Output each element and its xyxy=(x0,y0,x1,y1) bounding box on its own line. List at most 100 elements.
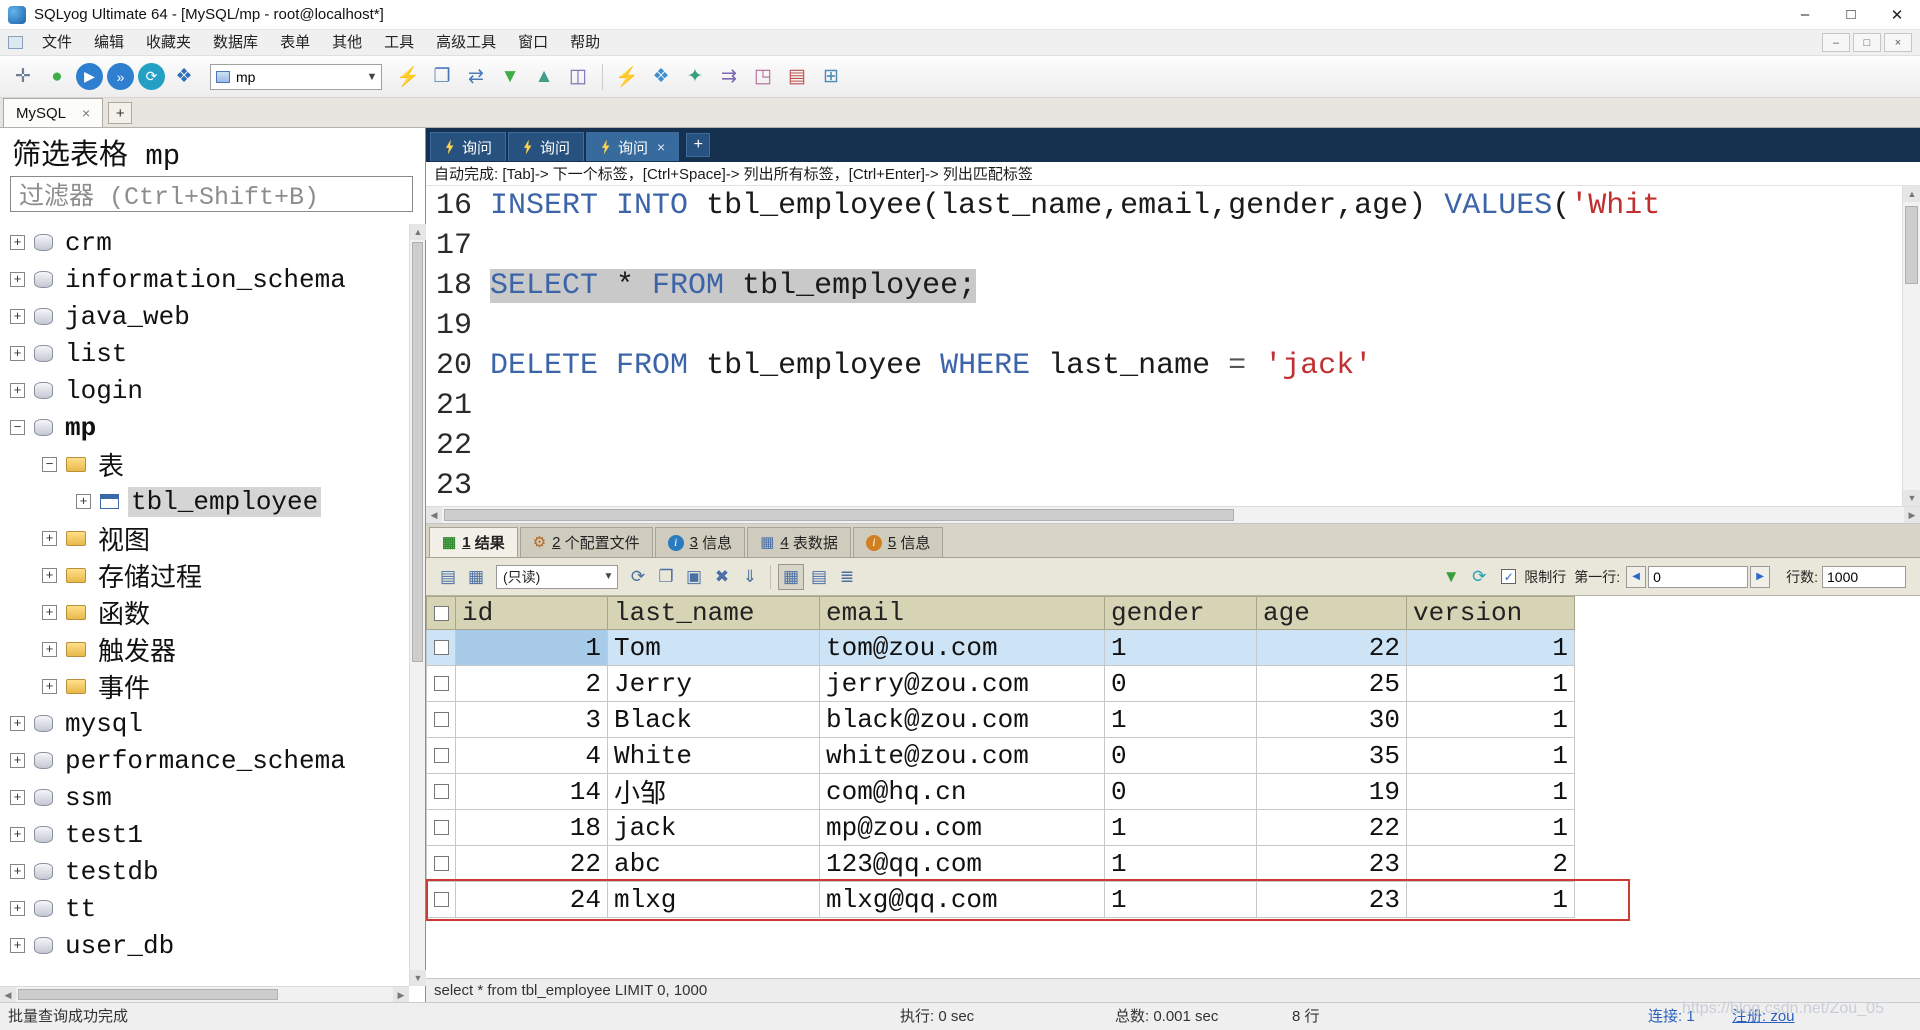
row-checkbox[interactable] xyxy=(434,784,449,799)
first-row-input[interactable] xyxy=(1648,566,1748,588)
close-tab-icon[interactable]: × xyxy=(657,139,665,155)
table-row[interactable]: 24mlxgmlxg@qq.com1231 xyxy=(426,882,1920,918)
menu-item-工具[interactable]: 工具 xyxy=(373,30,425,56)
expand-icon[interactable]: + xyxy=(10,827,25,842)
expand-icon[interactable]: + xyxy=(42,531,57,546)
connection-tab-mysql[interactable]: MySQL × xyxy=(3,98,103,127)
tree-item-java_web[interactable]: +java_web xyxy=(0,298,409,335)
cell-id[interactable]: 1 xyxy=(456,630,608,666)
sqlyog-connections-icon[interactable]: ❖ xyxy=(169,62,199,92)
table-row[interactable]: 2Jerryjerry@zou.com0251 xyxy=(426,666,1920,702)
cell-version[interactable]: 1 xyxy=(1407,882,1575,918)
restore-database-icon[interactable]: ▲ xyxy=(529,62,559,92)
cell-age[interactable]: 23 xyxy=(1257,882,1407,918)
cell-gender[interactable]: 0 xyxy=(1105,666,1257,702)
editor-line[interactable]: 18SELECT * FROM tbl_employee; xyxy=(426,266,1920,306)
cell-gender[interactable]: 1 xyxy=(1105,810,1257,846)
cell-email[interactable]: mp@zou.com xyxy=(820,810,1105,846)
cell-email[interactable]: jerry@zou.com xyxy=(820,666,1105,702)
cell-last_name[interactable]: abc xyxy=(608,846,820,882)
cell-id[interactable]: 14 xyxy=(456,774,608,810)
result-tab-4[interactable]: ▦4 表数据 xyxy=(747,527,851,557)
tree-item-performance_schema[interactable]: +performance_schema xyxy=(0,742,409,779)
editor-vertical-scrollbar[interactable]: ▲ ▼ xyxy=(1902,186,1920,506)
cell-gender[interactable]: 1 xyxy=(1105,630,1257,666)
import-external-data-icon[interactable]: ◳ xyxy=(748,62,778,92)
tree-item-mysql[interactable]: +mysql xyxy=(0,705,409,742)
scroll-thumb[interactable] xyxy=(1905,206,1918,284)
cell-gender[interactable]: 1 xyxy=(1105,702,1257,738)
scroll-right-icon[interactable]: ▶ xyxy=(1904,507,1920,523)
editor-line[interactable]: 23 xyxy=(426,466,1920,506)
expand-icon[interactable]: + xyxy=(76,494,91,509)
row-checkbox[interactable] xyxy=(434,640,449,655)
cell-version[interactable]: 1 xyxy=(1407,702,1575,738)
expand-icon[interactable]: + xyxy=(10,716,25,731)
scroll-thumb[interactable] xyxy=(412,242,423,662)
cell-id[interactable]: 3 xyxy=(456,702,608,738)
text-view-icon[interactable]: ≣ xyxy=(834,564,860,590)
column-header-age[interactable]: age xyxy=(1257,596,1407,630)
cell-gender[interactable]: 0 xyxy=(1105,738,1257,774)
previous-page-button[interactable]: ◀ xyxy=(1626,566,1646,588)
table-row[interactable]: 18jackmp@zou.com1221 xyxy=(426,810,1920,846)
expand-icon[interactable]: + xyxy=(10,938,25,953)
tree-item-触发器[interactable]: +触发器 xyxy=(0,631,409,668)
editor-line[interactable]: 20DELETE FROM tbl_employee WHERE last_na… xyxy=(426,346,1920,386)
add-connection-button[interactable]: + xyxy=(108,102,132,124)
scroll-up-icon[interactable]: ▲ xyxy=(410,224,426,240)
menu-item-收藏夹[interactable]: 收藏夹 xyxy=(135,30,202,56)
form-view-icon[interactable]: ▤ xyxy=(806,564,832,590)
cell-id[interactable]: 4 xyxy=(456,738,608,774)
menu-item-数据库[interactable]: 数据库 xyxy=(202,30,269,56)
sync-database-icon[interactable]: ⇄ xyxy=(461,62,491,92)
schema-sync-tool-icon[interactable]: ⊞ xyxy=(816,62,846,92)
expand-icon[interactable]: + xyxy=(10,901,25,916)
table-row[interactable]: 22abc123@qq.com1232 xyxy=(426,846,1920,882)
mdi-close-button[interactable]: × xyxy=(1884,33,1912,52)
close-connection-icon[interactable]: × xyxy=(82,105,90,121)
cell-last_name[interactable]: jack xyxy=(608,810,820,846)
query-tab-3[interactable]: 询问× xyxy=(586,132,679,161)
tree-item-tt[interactable]: +tt xyxy=(0,890,409,927)
query-builder-icon[interactable]: ✦ xyxy=(680,62,710,92)
scroll-thumb[interactable] xyxy=(444,509,1234,521)
tree-item-test1[interactable]: +test1 xyxy=(0,816,409,853)
expand-icon[interactable]: + xyxy=(10,235,25,250)
new-connection-icon[interactable]: ✛ xyxy=(8,62,38,92)
cell-version[interactable]: 1 xyxy=(1407,738,1575,774)
editor-line[interactable]: 22 xyxy=(426,426,1920,466)
row-checkbox[interactable] xyxy=(434,712,449,727)
delete-row-icon[interactable]: ✖ xyxy=(709,564,735,590)
row-checkbox[interactable] xyxy=(434,856,449,871)
editor-line[interactable]: 19 xyxy=(426,306,1920,346)
sidebar-horizontal-scrollbar[interactable]: ◀ ▶ xyxy=(0,986,409,1002)
cell-gender[interactable]: 1 xyxy=(1105,846,1257,882)
sidebar-vertical-scrollbar[interactable]: ▲ ▼ xyxy=(409,224,425,986)
cell-id[interactable]: 22 xyxy=(456,846,608,882)
table-data-icon[interactable]: ▤ xyxy=(782,62,812,92)
editor-horizontal-scrollbar[interactable]: ◀ ▶ xyxy=(426,506,1920,524)
row-count-input[interactable] xyxy=(1822,566,1906,588)
copy-database-icon[interactable]: ❐ xyxy=(427,62,457,92)
scroll-thumb[interactable] xyxy=(18,989,278,1000)
table-row[interactable]: 1Tomtom@zou.com1221 xyxy=(426,630,1920,666)
query-tab-2[interactable]: 询问 xyxy=(508,132,584,161)
result-tab-3[interactable]: i3 信息 xyxy=(655,527,746,557)
cell-id[interactable]: 2 xyxy=(456,666,608,702)
limit-rows-checkbox[interactable]: ✓ xyxy=(1501,569,1516,584)
cell-age[interactable]: 23 xyxy=(1257,846,1407,882)
execute-all-queries-icon[interactable]: » xyxy=(107,63,134,90)
result-tab-5[interactable]: i5 信息 xyxy=(853,527,944,557)
scroll-right-icon[interactable]: ▶ xyxy=(393,987,409,1003)
cell-age[interactable]: 22 xyxy=(1257,630,1407,666)
cell-email[interactable]: black@zou.com xyxy=(820,702,1105,738)
cell-age[interactable]: 25 xyxy=(1257,666,1407,702)
editor-line[interactable]: 16INSERT INTO tbl_employee(last_name,ema… xyxy=(426,186,1920,226)
readonly-select[interactable]: (只读) ▼ xyxy=(496,565,618,589)
cell-age[interactable]: 35 xyxy=(1257,738,1407,774)
editor-line[interactable]: 17 xyxy=(426,226,1920,266)
cell-email[interactable]: com@hq.cn xyxy=(820,774,1105,810)
cell-version[interactable]: 1 xyxy=(1407,774,1575,810)
scroll-down-icon[interactable]: ▼ xyxy=(410,970,426,986)
